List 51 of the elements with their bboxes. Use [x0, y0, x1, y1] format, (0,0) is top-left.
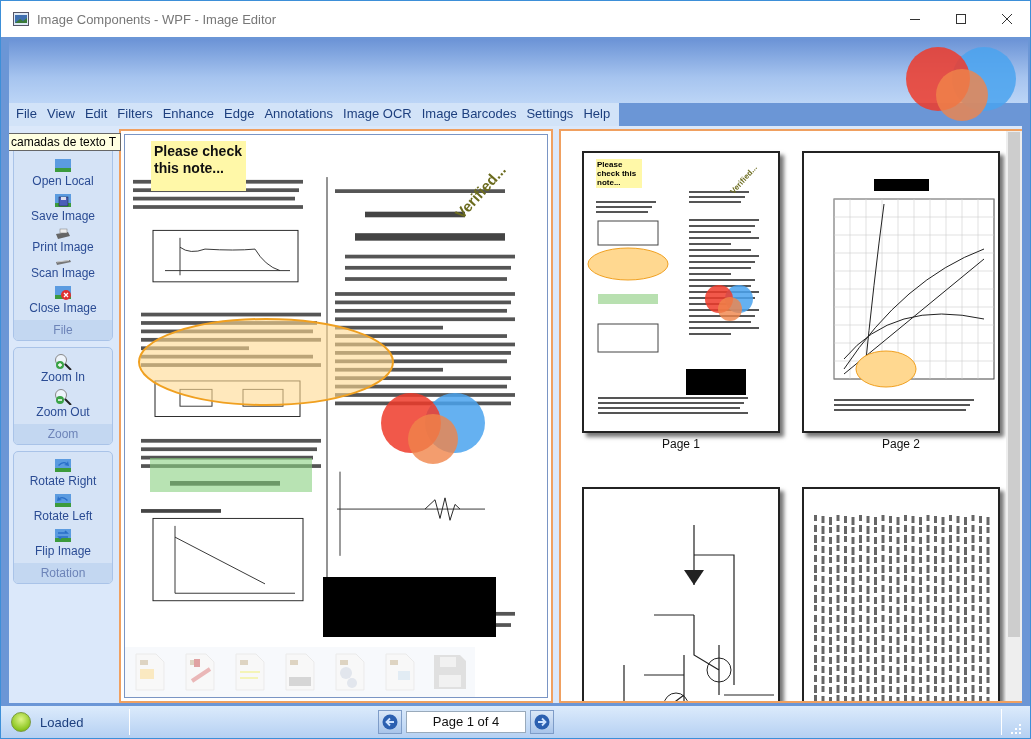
- sticky-note: Please check this note...: [596, 159, 642, 188]
- flip-icon: [54, 528, 72, 544]
- sidebar-button[interactable]: Close Image: [14, 283, 112, 318]
- sidebar-button[interactable]: Save Image: [14, 191, 112, 226]
- page-field[interactable]: Page 1 of 4: [406, 711, 526, 733]
- group-title: File: [14, 320, 112, 340]
- menu-item[interactable]: Image Barcodes: [416, 102, 522, 126]
- maximize-icon: [956, 14, 966, 24]
- sidebar-button[interactable]: Print Image: [14, 226, 112, 257]
- window-title: Image Components - WPF - Image Editor: [37, 11, 278, 27]
- save-image-icon: [54, 193, 72, 209]
- menu-item[interactable]: File: [11, 102, 42, 126]
- previous-page-button[interactable]: [378, 710, 402, 734]
- menu-item[interactable]: Enhance: [157, 102, 220, 126]
- page-label: Page 1: [661, 437, 700, 451]
- zoom-in-icon: [54, 354, 72, 370]
- menu-item[interactable]: View: [41, 102, 80, 126]
- sidebar-button[interactable]: Open Local: [14, 156, 112, 191]
- close-icon: [1002, 14, 1012, 24]
- rotate-right-icon: [54, 458, 72, 474]
- rotate-left-icon: [54, 493, 72, 509]
- sidebar-button[interactable]: Zoom In: [14, 352, 112, 387]
- status-text: Loaded: [40, 714, 84, 730]
- scanner-icon: [54, 259, 72, 266]
- status-indicator-icon: [11, 712, 31, 732]
- sidebar-button[interactable]: Rotate Left: [14, 491, 112, 526]
- next-page-button[interactable]: [530, 710, 554, 734]
- sticky-note: Please check this note...: [151, 141, 246, 191]
- resize-grip-icon: [1010, 723, 1022, 735]
- page-label: Page 2: [881, 437, 920, 451]
- menu-item[interactable]: Edge: [219, 102, 260, 126]
- menu-item[interactable]: Edit: [79, 102, 113, 126]
- tooltip: camadas de texto T: [9, 133, 122, 151]
- sidebar-button[interactable]: Scan Image: [14, 257, 112, 283]
- group-title: Zoom: [14, 424, 112, 444]
- image-icon: [54, 158, 72, 174]
- menu-item[interactable]: Help: [578, 102, 616, 126]
- sidebar-button[interactable]: Rotate Right: [14, 456, 112, 491]
- menu-item[interactable]: Filters: [112, 102, 158, 126]
- zoom-out-icon: [54, 389, 72, 405]
- sidebar-button[interactable]: Flip Image: [14, 526, 112, 561]
- printer-icon: [55, 228, 71, 240]
- left-arrow-icon: [382, 714, 398, 730]
- right-arrow-icon: [534, 714, 550, 730]
- menu-item[interactable]: Image OCR: [338, 102, 417, 126]
- menu-item[interactable]: Settings: [521, 102, 579, 126]
- close-image-icon: [54, 285, 72, 301]
- app-icon: [13, 12, 29, 26]
- group-title: Rotation: [14, 563, 112, 583]
- menu-item[interactable]: Annotations: [259, 102, 339, 126]
- sidebar-button[interactable]: Zoom Out: [14, 387, 112, 422]
